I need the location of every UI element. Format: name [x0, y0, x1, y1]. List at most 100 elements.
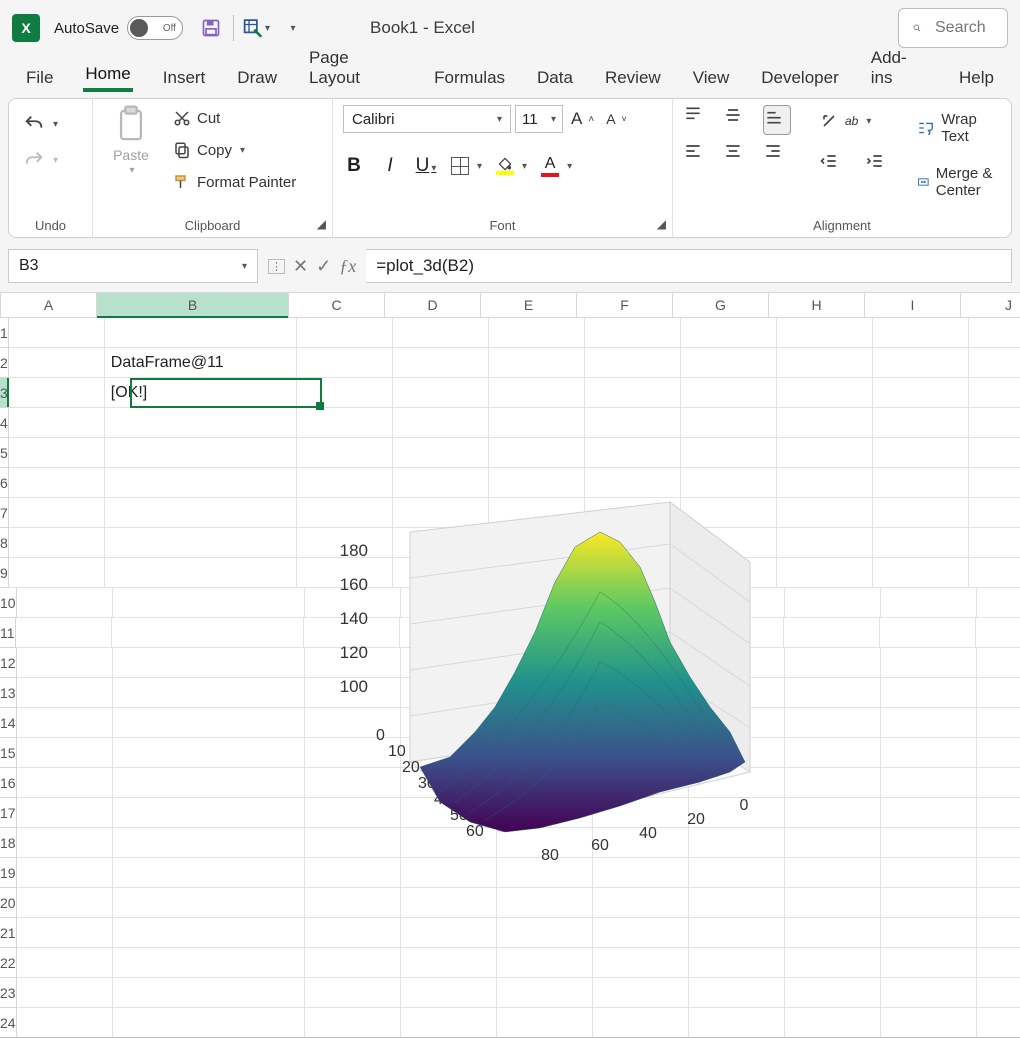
dialog-launcher-icon[interactable]: ◢ [657, 217, 666, 231]
cell-A9[interactable] [9, 558, 105, 588]
italic-button[interactable]: I [379, 155, 401, 177]
cell-H23[interactable] [785, 978, 881, 1008]
cell-D21[interactable] [401, 918, 497, 948]
cell-G1[interactable] [681, 318, 777, 348]
row-header-23[interactable]: 23 [0, 978, 17, 1008]
cell-B17[interactable] [113, 798, 305, 828]
cell-C21[interactable] [305, 918, 401, 948]
cell-J19[interactable] [977, 858, 1020, 888]
cell-H7[interactable] [777, 498, 873, 528]
cell-B21[interactable] [113, 918, 305, 948]
cell-H17[interactable] [785, 798, 881, 828]
cell-H20[interactable] [785, 888, 881, 918]
cell-H15[interactable] [785, 738, 881, 768]
cell-B14[interactable] [113, 708, 305, 738]
cut-button[interactable]: Cut [169, 107, 300, 129]
cell-I19[interactable] [881, 858, 977, 888]
tab-data[interactable]: Data [535, 64, 575, 92]
cell-B16[interactable] [113, 768, 305, 798]
cell-J13[interactable] [977, 678, 1020, 708]
cell-A7[interactable] [9, 498, 105, 528]
increase-font-button[interactable]: A˄ [567, 107, 598, 131]
copy-button[interactable]: Copy▾ [169, 139, 300, 161]
cell-G20[interactable] [689, 888, 785, 918]
cell-H3[interactable] [777, 378, 873, 408]
cell-J18[interactable] [977, 828, 1020, 858]
cell-I15[interactable] [881, 738, 977, 768]
cell-H2[interactable] [777, 348, 873, 378]
align-left-button[interactable] [683, 141, 711, 171]
cell-B1[interactable] [105, 318, 297, 348]
row-header-13[interactable]: 13 [0, 678, 17, 708]
cell-H1[interactable] [777, 318, 873, 348]
redo-button[interactable]: ▾ [19, 147, 62, 173]
cell-J21[interactable] [977, 918, 1020, 948]
cell-C4[interactable] [297, 408, 393, 438]
cell-J12[interactable] [977, 648, 1020, 678]
cell-D20[interactable] [401, 888, 497, 918]
cell-A1[interactable] [9, 318, 105, 348]
borders-button[interactable]: ▾ [451, 157, 482, 175]
cell-A17[interactable] [17, 798, 113, 828]
qat-overflow-icon[interactable]: ▾ [278, 14, 306, 42]
cell-I17[interactable] [881, 798, 977, 828]
cell-E22[interactable] [497, 948, 593, 978]
cell-D2[interactable] [393, 348, 489, 378]
row-header-4[interactable]: 4 [0, 408, 9, 438]
cell-A19[interactable] [17, 858, 113, 888]
cell-I1[interactable] [873, 318, 969, 348]
cell-C20[interactable] [305, 888, 401, 918]
font-color-button[interactable]: A▾ [541, 155, 572, 177]
cell-C22[interactable] [305, 948, 401, 978]
cell-J11[interactable] [976, 618, 1020, 648]
cell-I4[interactable] [873, 408, 969, 438]
fill-color-button[interactable]: ▾ [496, 157, 527, 175]
col-header-G[interactable]: G [673, 293, 769, 317]
tab-developer[interactable]: Developer [759, 64, 841, 92]
merge-center-button[interactable]: Merge & Center [913, 163, 1001, 201]
cell-A20[interactable] [17, 888, 113, 918]
embedded-3d-chart[interactable]: 180160 140120 100 01020 304050 60 806040… [300, 472, 780, 892]
cell-J4[interactable] [969, 408, 1020, 438]
cell-J22[interactable] [977, 948, 1020, 978]
cell-D24[interactable] [401, 1008, 497, 1038]
formula-bar[interactable]: =plot_3d(B2) [366, 249, 1012, 283]
cell-D3[interactable] [393, 378, 489, 408]
align-bottom-button[interactable] [763, 105, 791, 135]
cell-F21[interactable] [593, 918, 689, 948]
cell-I18[interactable] [881, 828, 977, 858]
cell-H24[interactable] [785, 1008, 881, 1038]
cell-B8[interactable] [105, 528, 297, 558]
row-header-5[interactable]: 5 [0, 438, 9, 468]
col-header-B[interactable]: B [97, 293, 289, 317]
cell-A15[interactable] [17, 738, 113, 768]
cell-H13[interactable] [785, 678, 881, 708]
cell-B23[interactable] [113, 978, 305, 1008]
cell-A6[interactable] [9, 468, 105, 498]
name-box[interactable]: B3▾ [8, 249, 258, 283]
cell-G21[interactable] [689, 918, 785, 948]
cell-J14[interactable] [977, 708, 1020, 738]
cell-B18[interactable] [113, 828, 305, 858]
cell-A12[interactable] [17, 648, 113, 678]
search-input[interactable] [933, 18, 993, 38]
cell-H22[interactable] [785, 948, 881, 978]
cell-D1[interactable] [393, 318, 489, 348]
cell-F23[interactable] [593, 978, 689, 1008]
row-header-9[interactable]: 9 [0, 558, 9, 588]
col-header-H[interactable]: H [769, 293, 865, 317]
cell-B6[interactable] [105, 468, 297, 498]
cell-H18[interactable] [785, 828, 881, 858]
cell-J10[interactable] [977, 588, 1020, 618]
align-top-button[interactable] [683, 105, 711, 135]
cell-G4[interactable] [681, 408, 777, 438]
cell-A11[interactable] [16, 618, 112, 648]
cell-I6[interactable] [873, 468, 969, 498]
cell-D22[interactable] [401, 948, 497, 978]
col-header-A[interactable]: A [1, 293, 97, 317]
row-header-7[interactable]: 7 [0, 498, 9, 528]
row-header-18[interactable]: 18 [0, 828, 17, 858]
cell-A14[interactable] [17, 708, 113, 738]
cell-J17[interactable] [977, 798, 1020, 828]
cell-H9[interactable] [777, 558, 873, 588]
